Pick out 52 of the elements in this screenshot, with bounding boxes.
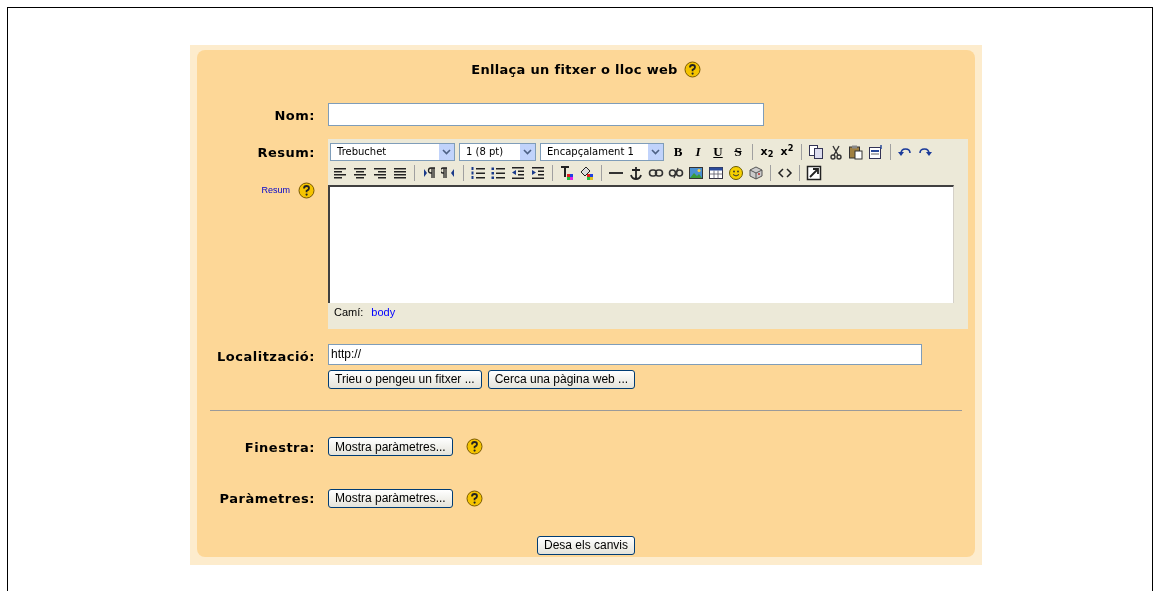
url-field[interactable]: http:// — [328, 343, 922, 365]
field-label: Finestra: — [243, 438, 315, 457]
format-button[interactable]: U — [708, 141, 728, 162]
outdent-icon[interactable] — [510, 165, 526, 181]
path-link[interactable]: body — [371, 304, 396, 321]
unlink-icon[interactable] — [668, 165, 684, 181]
button[interactable]: Cerca una pàgina web ... — [487, 369, 636, 389]
cut-icon[interactable] — [828, 143, 844, 160]
align-center-icon[interactable] — [352, 165, 368, 181]
help-icon[interactable] — [465, 489, 483, 507]
fill-color-icon[interactable] — [579, 165, 595, 181]
paste-icon[interactable] — [848, 143, 864, 160]
image-icon[interactable] — [688, 165, 704, 181]
help-icon[interactable] — [298, 182, 315, 199]
field-label: Localització: — [216, 347, 315, 366]
field-label: Resum: — [257, 143, 315, 162]
text-field[interactable] — [328, 102, 764, 126]
anchor-icon[interactable] — [628, 165, 644, 181]
help-link[interactable]: Resum — [261, 183, 290, 198]
numbered-list-icon[interactable] — [470, 165, 486, 181]
help-icon[interactable] — [465, 438, 483, 456]
justify-icon[interactable] — [392, 165, 408, 181]
bullet-list-icon[interactable] — [490, 165, 506, 181]
button[interactable]: Trieu o pengeu un fitxer ... — [328, 369, 482, 389]
script-button[interactable]: x$^{2}$ — [777, 141, 797, 162]
cube-icon[interactable] — [748, 165, 764, 181]
text-color-icon[interactable] — [559, 165, 575, 181]
format-button[interactable]: B — [668, 141, 688, 162]
align-right-icon[interactable] — [372, 165, 388, 181]
fullscreen-icon[interactable] — [806, 165, 822, 181]
button[interactable]: Desa els canvis — [536, 535, 635, 555]
field-label: Nom: — [273, 106, 315, 125]
table-icon[interactable] — [708, 165, 724, 181]
format-select[interactable]: Encapçalament 1 — [540, 142, 664, 161]
button[interactable]: Mostra paràmetres... — [328, 437, 453, 457]
script-button[interactable]: x$_{2}$ — [757, 141, 777, 162]
font-select[interactable]: Trebuchet — [330, 142, 455, 161]
paste-word-icon[interactable] — [868, 143, 884, 160]
form-title: Enllaça un fitxer o lloc web — [471, 61, 678, 79]
rtl-icon[interactable] — [441, 165, 457, 181]
align-left-icon[interactable] — [332, 165, 348, 181]
format-button[interactable]: I — [688, 141, 708, 162]
indent-icon[interactable] — [530, 165, 546, 181]
path-label: Camí: — [334, 305, 364, 321]
button[interactable]: Mostra paràmetres... — [328, 488, 453, 508]
size-select[interactable]: 1 (8 pt) — [459, 142, 536, 161]
smiley-icon[interactable] — [728, 165, 744, 181]
help-icon[interactable] — [683, 61, 701, 79]
field-label: Paràmetres: — [218, 490, 315, 508]
format-button[interactable]: S — [728, 141, 748, 162]
copy-icon[interactable] — [808, 143, 824, 160]
ltr-icon[interactable] — [421, 165, 437, 181]
